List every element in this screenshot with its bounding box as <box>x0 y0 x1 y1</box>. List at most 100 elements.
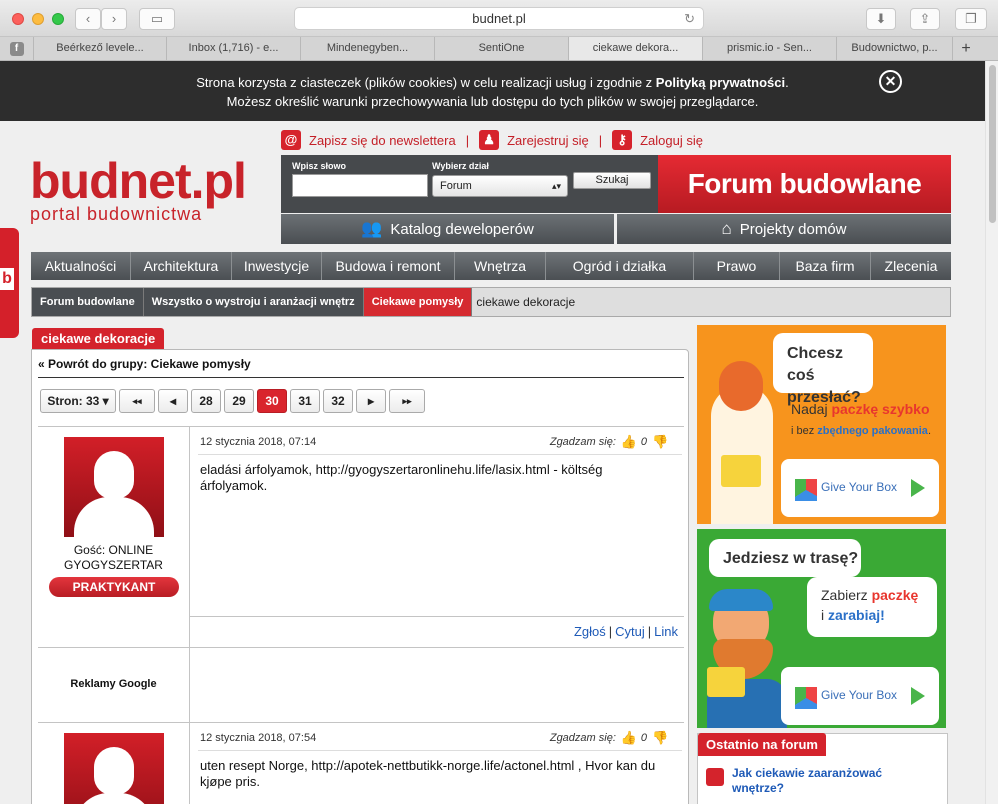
search-box: Wpisz słowo Wybierz dział Forum ▴▾ Szukaj <box>281 155 658 213</box>
pages-dropdown[interactable]: Stron: 33 ▾ <box>40 389 116 413</box>
back-to-group-link[interactable]: « Powrót do grupy: Ciekawe pomysły <box>38 357 251 371</box>
close-icon[interactable]: ✕ <box>879 70 902 93</box>
ad-tag-bubble: Zabierz paczkę i zarabiaj! <box>807 577 937 637</box>
projects-button[interactable]: ⌂ Projekty domów <box>617 214 951 244</box>
post-author[interactable]: Gość: ONLINE GYOGYSZERTAR <box>38 543 189 573</box>
tab-0[interactable]: Beérkező levele... <box>34 37 167 60</box>
avatar <box>64 437 164 537</box>
google-ads-row: Reklamy Google <box>38 647 684 723</box>
forum-button[interactable]: Forum budowlane <box>658 155 951 213</box>
nav-item-architektura[interactable]: Architektura <box>131 252 232 280</box>
tab-5[interactable]: prismic.io - Sen... <box>703 37 837 60</box>
breadcrumb-pomysly[interactable]: Ciekawe pomysły <box>363 288 473 316</box>
last-page-button[interactable]: ▸▸ <box>389 389 425 413</box>
ad-tagline-2: i bez zbędnego pakowania. <box>791 425 931 437</box>
select-arrow-icon: ▴▾ <box>551 181 561 191</box>
ad-tag-text: Zabierz <box>821 587 872 603</box>
pagination: Stron: 33 ▾ ◂◂ ◂ 28 29 30 31 32 ▸ ▸▸ <box>40 389 428 413</box>
tab-2[interactable]: Mindenegyben... <box>301 37 435 60</box>
topic-content: « Powrót do grupy: Ciekawe pomysły Stron… <box>31 349 689 804</box>
author-line-1: Gość: ONLINE <box>73 543 154 557</box>
report-link[interactable]: Zgłoś <box>574 624 606 639</box>
window-close-button[interactable] <box>12 13 24 25</box>
nav-item-prawo[interactable]: Prawo <box>694 252 780 280</box>
at-icon: @ <box>281 130 301 150</box>
tab-4[interactable]: ciekawe dekora... <box>569 37 703 60</box>
downloads-icon[interactable]: ⬇ <box>866 8 896 30</box>
scrollbar-thumb[interactable] <box>989 65 996 223</box>
register-link[interactable]: Zarejestruj się <box>507 133 589 148</box>
back-icon[interactable]: ‹ <box>75 8 101 30</box>
login-link[interactable]: Zaloguj się <box>640 133 703 148</box>
nav-item-aktualnosci[interactable]: Aktualności <box>31 252 131 280</box>
site-logo[interactable]: budnet.pl portal budownictwa <box>30 156 247 223</box>
window-zoom-button[interactable] <box>52 13 64 25</box>
newsletter-link[interactable]: Zapisz się do newslettera <box>309 133 456 148</box>
breadcrumb-wystroj[interactable]: Wszystko o wystroju i aranżacji wnętrz <box>143 288 364 316</box>
avatar-head <box>94 451 134 499</box>
side-social-tab[interactable]: b <box>0 228 19 338</box>
quote-link[interactable]: Cytuj <box>615 624 645 639</box>
page-32[interactable]: 32 <box>323 389 353 413</box>
user-icon: ♟ <box>479 130 500 150</box>
tab-6[interactable]: Budownictwo, p... <box>837 37 953 60</box>
thumb-up-icon[interactable]: 👍 <box>621 434 637 449</box>
address-bar[interactable]: budnet.pl ↻ <box>294 7 704 30</box>
recent-item-title[interactable]: Jak ciekawie zaaranżować wnętrze? <box>732 766 882 796</box>
nav-item-zlecenia[interactable]: Zlecenia <box>871 252 951 280</box>
page-29[interactable]: 29 <box>224 389 254 413</box>
separator: | <box>647 624 652 639</box>
tab-3[interactable]: SentiOne <box>435 37 569 60</box>
pinned-tab[interactable]: f <box>0 37 34 60</box>
nav-item-inwestycje[interactable]: Inwestycje <box>232 252 322 280</box>
nav-item-baza-firm[interactable]: Baza firm <box>780 252 871 280</box>
breadcrumb-forum[interactable]: Forum budowlane <box>32 288 144 316</box>
give-your-box-button[interactable]: Give Your Box <box>781 667 939 725</box>
search-input[interactable] <box>292 174 428 197</box>
section-select[interactable]: Forum ▴▾ <box>432 175 568 197</box>
ad-tag-highlight: zarabiaj! <box>828 607 885 623</box>
cookie-line-2: Możesz określić warunki przechowywania l… <box>226 94 759 109</box>
window-minimize-button[interactable] <box>32 13 44 25</box>
search-button[interactable]: Szukaj <box>573 172 651 189</box>
ad-tag-text: Nadaj <box>791 401 832 417</box>
ad-box-icon <box>721 455 761 487</box>
ad-banner-2[interactable]: Jedziesz w trasę? Zabierz paczkę i zarab… <box>697 529 946 728</box>
cube-icon <box>795 687 817 709</box>
tabs-overview-icon[interactable]: ❐ <box>955 8 987 30</box>
nav-item-ogrod[interactable]: Ogród i działka <box>546 252 694 280</box>
new-tab-button[interactable]: + <box>953 37 979 60</box>
ad-tag-text: i <box>821 607 828 623</box>
nav-item-wnetrza[interactable]: Wnętrza <box>455 252 546 280</box>
reload-icon[interactable]: ↻ <box>684 8 695 29</box>
page-28[interactable]: 28 <box>191 389 221 413</box>
post-divider <box>189 427 190 648</box>
first-page-button[interactable]: ◂◂ <box>119 389 155 413</box>
share-icon[interactable]: ⇪ <box>910 8 940 30</box>
sidebar-icon[interactable]: ▭ <box>139 8 175 30</box>
nav-item-budowa[interactable]: Budowa i remont <box>322 252 455 280</box>
tab-1[interactable]: Inbox (1,716) - e... <box>167 37 301 60</box>
divider <box>38 377 684 378</box>
ad-banner-1[interactable]: Chcesz coś przesłać? Nadaj paczkę szybko… <box>697 325 946 524</box>
next-page-button[interactable]: ▸ <box>356 389 386 413</box>
page-31[interactable]: 31 <box>290 389 320 413</box>
page-30-current[interactable]: 30 <box>257 389 287 413</box>
permalink-link[interactable]: Link <box>654 624 678 639</box>
cookie-line-1: Strona korzysta z ciasteczek (plików coo… <box>0 73 985 92</box>
catalog-button[interactable]: 👥 Katalog deweloperów <box>281 214 614 244</box>
cookie-text: Strona korzysta z ciasteczek (plików coo… <box>196 75 656 90</box>
ad-tagline-1: Nadaj paczkę szybko <box>791 401 930 417</box>
privacy-policy-link[interactable]: Polityką prywatności <box>656 75 785 90</box>
separator: | <box>598 132 603 148</box>
ad-tag-text: i bez <box>791 425 818 437</box>
forward-icon[interactable]: › <box>101 8 127 30</box>
thumb-down-icon[interactable]: 👎 <box>652 434 668 449</box>
give-your-box-button[interactable]: Give Your Box <box>781 459 939 517</box>
ad-brand: Give Your Box <box>821 688 898 702</box>
prev-page-button[interactable]: ◂ <box>158 389 188 413</box>
scrollbar[interactable] <box>985 61 998 804</box>
search-word-label: Wpisz słowo <box>292 161 346 171</box>
thumb-up-icon[interactable]: 👍 <box>621 730 637 745</box>
thumb-down-icon[interactable]: 👎 <box>652 730 668 745</box>
